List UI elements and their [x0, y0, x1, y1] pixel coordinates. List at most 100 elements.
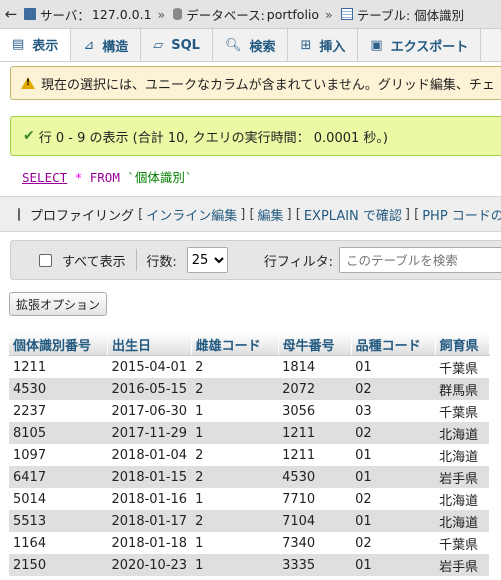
table-icon: ▤	[12, 37, 25, 52]
column-header[interactable]: 飼育県	[435, 333, 490, 356]
table-cell: 01	[351, 510, 436, 532]
table-cell: 2072	[278, 378, 352, 400]
show-all-checkbox[interactable]	[39, 253, 52, 267]
table-label: テーブル:	[356, 7, 411, 23]
table-cell: 4530	[278, 466, 352, 488]
tab-label: エクスポート	[390, 39, 469, 55]
table-cell: 千葉県	[439, 537, 479, 553]
bracket: ] [	[404, 206, 420, 222]
table-cell: 2018-01-04	[111, 447, 188, 463]
table-cell: 2150	[9, 554, 108, 576]
table-cell: 北海道	[439, 493, 479, 509]
tab-label: 構造	[102, 39, 129, 55]
table-row[interactable]: 5513 2018-01-17 2 7104 01 北海道	[9, 510, 490, 532]
database-link[interactable]: portfolio	[267, 7, 319, 22]
table-cell: 北海道	[435, 422, 490, 444]
server-label: サーバ：	[40, 7, 90, 23]
column-header[interactable]: 出生日	[107, 333, 192, 356]
table-cell: 4530	[9, 378, 108, 400]
table-row[interactable]: 5014 2018-01-16 1 7710 02 北海道	[9, 488, 489, 510]
bracket: [	[134, 206, 144, 222]
structure-icon: ⊿	[83, 37, 95, 53]
table-cell: 2	[195, 447, 204, 463]
tab-label: SQL	[171, 37, 200, 53]
table-cell: 1	[195, 403, 204, 419]
server-link[interactable]: 127.0.0.1	[92, 7, 152, 22]
table-cell: 7710	[282, 491, 316, 507]
row-filter-input[interactable]	[339, 247, 501, 273]
back-arrow-icon[interactable]: ←	[0, 5, 22, 23]
tab-insert[interactable]: ⊞ 挿入	[288, 29, 359, 61]
table-row[interactable]: 8105 2017-11-29 1 1211 02 北海道	[9, 422, 490, 444]
search-icon: 🔍︎	[224, 37, 242, 53]
notice-text: 現在の選択には、ユニークなカラムが含まれていません。グリッド編集、チェ	[41, 77, 495, 93]
tab-label: 検索	[249, 39, 276, 55]
breadcrumb: ← サーバ： 127.0.0.1 » データベース: portfolio » テ…	[0, 0, 501, 29]
table-cell: 2018-01-17	[107, 510, 192, 532]
inline-edit-link[interactable]: インライン編集	[146, 205, 237, 224]
show-all-toggle[interactable]: すべて表示	[39, 251, 126, 270]
table-cell: 千葉県	[439, 405, 479, 421]
server-icon	[24, 8, 36, 20]
table-cell: 7340	[282, 535, 316, 551]
profiling-label: プロファイリング	[30, 208, 135, 224]
column-header[interactable]: 母牛番号	[278, 333, 352, 356]
rows-select[interactable]: 25	[186, 247, 228, 273]
tab-search[interactable]: 🔍︎ 検索	[212, 29, 289, 61]
table-icon	[340, 8, 353, 20]
table-cell: 8105	[9, 422, 108, 444]
table-cell: 北海道	[439, 449, 479, 465]
table-row[interactable]: 6417 2018-01-15 2 4530 01 岩手県	[9, 466, 490, 488]
table-cell: 01	[351, 554, 436, 576]
table-cell: 2	[195, 359, 204, 375]
column-header[interactable]: 個体識別番号	[9, 333, 108, 356]
table-navigation: すべて表示 行数: 25 行フィルタ:	[10, 240, 501, 280]
sql-star: *	[74, 170, 83, 185]
table-header-row: 個体識別番号 出生日 雌雄コード 母牛番号 品種コード 飼育県	[9, 333, 490, 356]
table-row[interactable]: 1097 2018-01-04 2 1211 01 北海道	[9, 444, 489, 466]
table-link[interactable]: 個体識別	[414, 5, 464, 24]
tab-browse[interactable]: ▤ 表示	[0, 29, 72, 61]
tab-label: 挿入	[319, 39, 346, 55]
database-icon	[173, 8, 183, 20]
tab-bar: ▤ 表示 ⊿ 構造 ▱ SQL 🔍︎ 検索 ⊞ 挿入 ▣ エクスポート	[0, 29, 501, 62]
table-row[interactable]: 1211 2015-04-01 2 1814 01 千葉県	[9, 356, 489, 379]
table-cell: 3335	[278, 554, 352, 576]
explain-link[interactable]: EXPLAIN で確認	[304, 205, 402, 224]
table-cell: 02	[355, 491, 372, 507]
php-code-link[interactable]: PHP コードの	[422, 205, 501, 224]
sql-keyword-from: FROM	[89, 170, 120, 185]
sql-table-name: `個体識別`	[127, 170, 193, 185]
column-header[interactable]: 雌雄コード	[191, 333, 279, 356]
tab-structure[interactable]: ⊿ 構造	[71, 29, 142, 61]
tab-sql[interactable]: ▱ SQL	[141, 29, 213, 61]
table-cell: 1097	[13, 447, 47, 463]
breadcrumb-separator: »	[325, 6, 333, 22]
edit-link[interactable]: 編集	[258, 205, 284, 224]
table-cell: 1	[195, 491, 204, 507]
sql-keyword-select[interactable]: SELECT	[22, 170, 67, 185]
table-cell: 5014	[13, 491, 47, 507]
column-header[interactable]: 品種コード	[351, 333, 436, 356]
table-cell: 1164	[13, 535, 47, 551]
table-cell: 1814	[282, 359, 316, 375]
export-icon: ▣	[370, 37, 383, 53]
insert-icon: ⊞	[300, 37, 312, 53]
table-cell: 01	[355, 359, 372, 375]
table-row[interactable]: 2150 2020-10-23 1 3335 01 岩手県	[9, 554, 490, 576]
table-cell: 6417	[9, 466, 108, 488]
profiling-checkbox[interactable]	[18, 207, 20, 221]
bracket: ] [	[286, 206, 301, 222]
extended-options-button[interactable]: 拡張オプション	[9, 292, 108, 316]
table-row[interactable]: 2237 2017-06-30 1 3056 03 千葉県	[9, 400, 489, 422]
row-filter-label: 行フィルタ:	[263, 254, 333, 270]
table-cell: 02	[355, 535, 372, 551]
table-cell: 2018-01-15	[107, 466, 192, 488]
table-row[interactable]: 1164 2018-01-18 1 7340 02 千葉県	[9, 532, 489, 554]
table-row[interactable]: 4530 2016-05-15 2 2072 02 群馬県	[9, 378, 490, 400]
table-cell: 3056	[282, 403, 316, 419]
table-cell: 千葉県	[439, 361, 479, 377]
tab-export[interactable]: ▣ エクスポート	[358, 29, 482, 61]
table-cell: 5513	[9, 510, 108, 532]
table-cell: 1	[195, 535, 204, 551]
